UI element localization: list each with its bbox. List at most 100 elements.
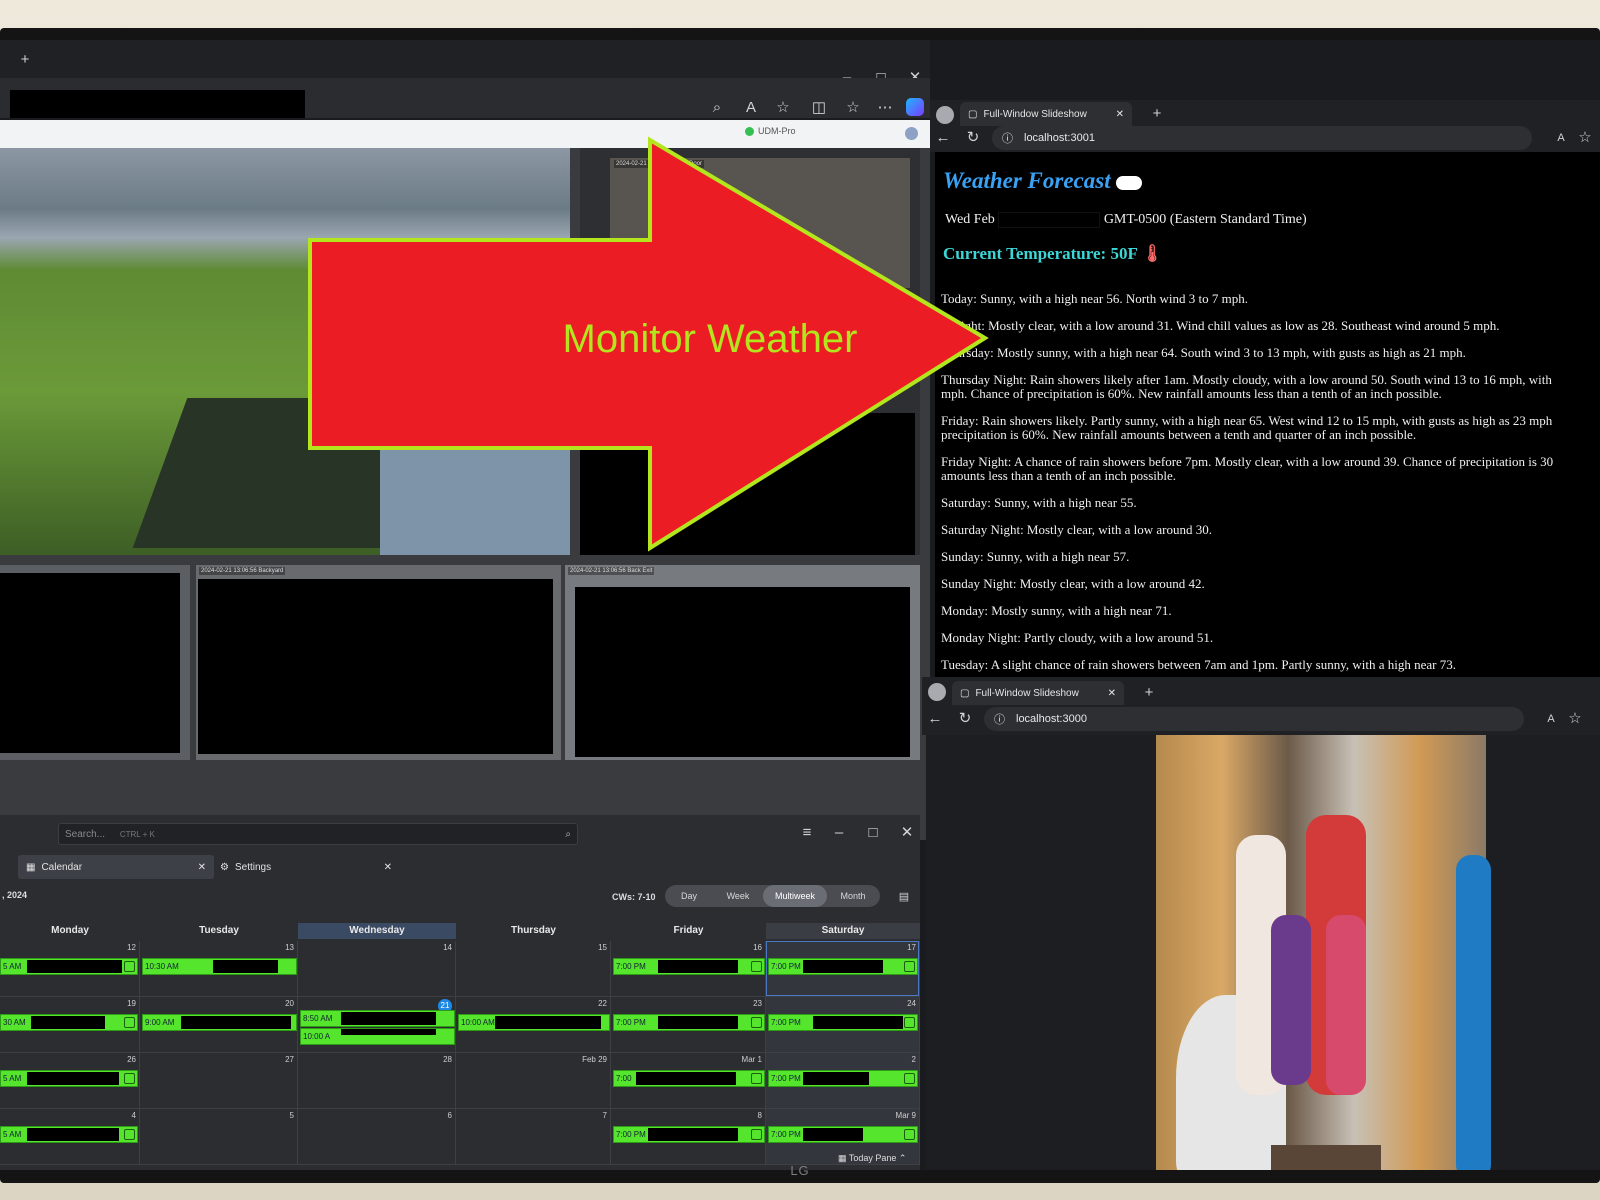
tab-slideshow[interactable]: ▢ Full-Window Slideshow ✕: [952, 681, 1124, 705]
event[interactable]: 5 AM: [0, 1070, 138, 1087]
back-icon[interactable]: ←: [924, 709, 946, 729]
reload-icon[interactable]: ↻: [962, 128, 984, 148]
event[interactable]: 9:00 AM: [142, 1014, 297, 1031]
walkway: [380, 328, 570, 555]
redacted-feed: [0, 573, 180, 753]
redacted: [803, 1128, 863, 1141]
camera-feed-backyard[interactable]: 2024-02-21 13:06:56 Backyard: [196, 565, 561, 760]
event-time: 7:00 PM: [771, 1018, 801, 1027]
event-time: 5 AM: [3, 962, 22, 971]
redacted: [31, 1016, 105, 1029]
tab-label: Calendar: [41, 861, 83, 873]
day-number: 4: [131, 1111, 136, 1120]
event[interactable]: 30 AM: [0, 1014, 138, 1031]
address-bar[interactable]: ⓘ localhost:3000: [984, 707, 1524, 731]
address-bar[interactable]: ⓘ localhost:3001: [992, 126, 1532, 150]
maximize-button[interactable]: □: [862, 823, 884, 843]
forecast-line: precipitation is 60%. New rainfall amoun…: [941, 427, 1417, 442]
event-time: 7:00 PM: [616, 962, 646, 971]
event-icon: [124, 961, 135, 972]
event[interactable]: 7:00 PM: [613, 1014, 765, 1031]
event[interactable]: 7:00 PM: [768, 1126, 918, 1143]
event[interactable]: 7:00 PM: [768, 1014, 918, 1031]
tv-logo: LG: [0, 1163, 1600, 1178]
event[interactable]: 7:00 PM: [768, 958, 918, 975]
tab-calendar[interactable]: ▦ Calendar ✕: [18, 855, 214, 879]
event[interactable]: 10:30 AM: [142, 958, 297, 975]
tab-settings[interactable]: ⚙ Settings ✕: [212, 855, 400, 879]
back-icon[interactable]: ←: [932, 128, 954, 148]
event[interactable]: 5 AM: [0, 958, 138, 975]
thermometer-icon: 🌡: [1141, 244, 1164, 263]
camera-timestamp: 2024-02-21 13:06:56 Front Door: [614, 160, 705, 168]
favorite-icon[interactable]: ☆: [1574, 128, 1596, 148]
calendar-day-cell[interactable]: 27: [140, 1053, 298, 1109]
day-number: Mar 1: [741, 1055, 762, 1064]
read-aloud-icon[interactable]: A: [740, 98, 762, 118]
view-week[interactable]: Week: [713, 885, 763, 907]
view-month[interactable]: Month: [829, 885, 877, 907]
event[interactable]: 7:00: [613, 1070, 765, 1087]
user-avatar[interactable]: [905, 127, 918, 140]
more-icon[interactable]: ⋯: [874, 98, 896, 118]
copilot-icon[interactable]: [906, 98, 924, 116]
camera-feed-driveway[interactable]: [0, 148, 570, 555]
status-dot-icon: [745, 126, 754, 136]
favorite-icon[interactable]: ☆: [1564, 709, 1586, 729]
tab-weather[interactable]: ▢ Full-Window Slideshow ✕: [960, 102, 1132, 126]
event[interactable]: 8:50 AM: [300, 1010, 455, 1027]
read-aloud-icon[interactable]: A: [1540, 709, 1562, 729]
new-tab-button[interactable]: +: [14, 50, 36, 70]
favorite-icon[interactable]: ☆: [772, 98, 794, 118]
tab-title: Full-Window Slideshow: [975, 687, 1079, 699]
view-multiweek[interactable]: Multiweek: [763, 885, 827, 907]
event[interactable]: 5 AM: [0, 1126, 138, 1143]
left-browser-toolbar: ⌕ A ☆ ◫ ☆ ⋯: [0, 78, 930, 118]
zoom-icon[interactable]: ⌕: [706, 98, 728, 118]
split-screen-icon[interactable]: ◫: [808, 98, 830, 118]
redacted: [27, 960, 122, 973]
new-tab-button[interactable]: +: [1146, 104, 1168, 124]
calendar-day-cell[interactable]: 28: [298, 1053, 456, 1109]
event[interactable]: 7:00 PM: [768, 1070, 918, 1087]
calendar-day-cell[interactable]: 6: [298, 1109, 456, 1165]
event[interactable]: 10:00 AM: [458, 1014, 610, 1031]
calendar-day-cell[interactable]: 15: [456, 941, 611, 997]
close-button[interactable]: ✕: [896, 823, 918, 843]
event-icon: [124, 1073, 135, 1084]
profile-avatar[interactable]: [928, 683, 946, 701]
calendar-day-cell[interactable]: Feb 29: [456, 1053, 611, 1109]
event[interactable]: 7:00 PM: [613, 958, 765, 975]
favorites-bar-icon[interactable]: ☆: [842, 98, 864, 118]
event-time: 9:00 AM: [145, 1018, 175, 1027]
weather-page: Weather Forecast Wed Feb GMT-0500 (Easte…: [935, 152, 1600, 677]
close-tab-icon[interactable]: ✕: [1108, 688, 1116, 699]
close-tab-icon[interactable]: ✕: [1116, 109, 1124, 120]
camera-feed-side[interactable]: [0, 565, 190, 760]
day-number: Mar 9: [895, 1111, 916, 1120]
day-number: 16: [753, 943, 762, 952]
calendar-day-cell[interactable]: 7: [456, 1109, 611, 1165]
camera-feed-back-exit[interactable]: 2024-02-21 13:06:56 Back Exit: [565, 565, 920, 760]
forecast-line: Sunday Night: Mostly clear, with a low a…: [941, 576, 1205, 591]
new-tab-button[interactable]: +: [1138, 683, 1160, 703]
calendar-day-cell[interactable]: 14: [298, 941, 456, 997]
event[interactable]: 10:00 A: [300, 1028, 455, 1045]
reload-icon[interactable]: ↻: [954, 709, 976, 729]
view-day[interactable]: Day: [667, 885, 711, 907]
event[interactable]: 7:00 PM: [613, 1126, 765, 1143]
camera-feed-front-door[interactable]: 2024-02-21 13:06:56 Front Door: [580, 148, 920, 555]
tab-label: Settings: [234, 861, 272, 873]
device-selector[interactable]: UDM-Pro: [745, 126, 796, 136]
read-aloud-icon[interactable]: A: [1550, 128, 1572, 148]
calendar-app: Search... CTRL + K ⌕ ≡ – □ ✕ ▦ Calendar …: [0, 815, 920, 1170]
calendar-options-icon[interactable]: ▤: [893, 887, 915, 907]
close-tab-icon[interactable]: ✕: [384, 862, 392, 873]
search-input[interactable]: Search... CTRL + K ⌕: [58, 823, 578, 845]
menu-icon[interactable]: ≡: [796, 823, 818, 843]
profile-avatar[interactable]: [936, 106, 954, 124]
calendar-day-cell[interactable]: 5: [140, 1109, 298, 1165]
close-tab-icon[interactable]: ✕: [198, 862, 206, 873]
current-temperature-text: Current Temperature: 50F: [943, 244, 1138, 263]
minimize-button[interactable]: –: [828, 823, 850, 843]
